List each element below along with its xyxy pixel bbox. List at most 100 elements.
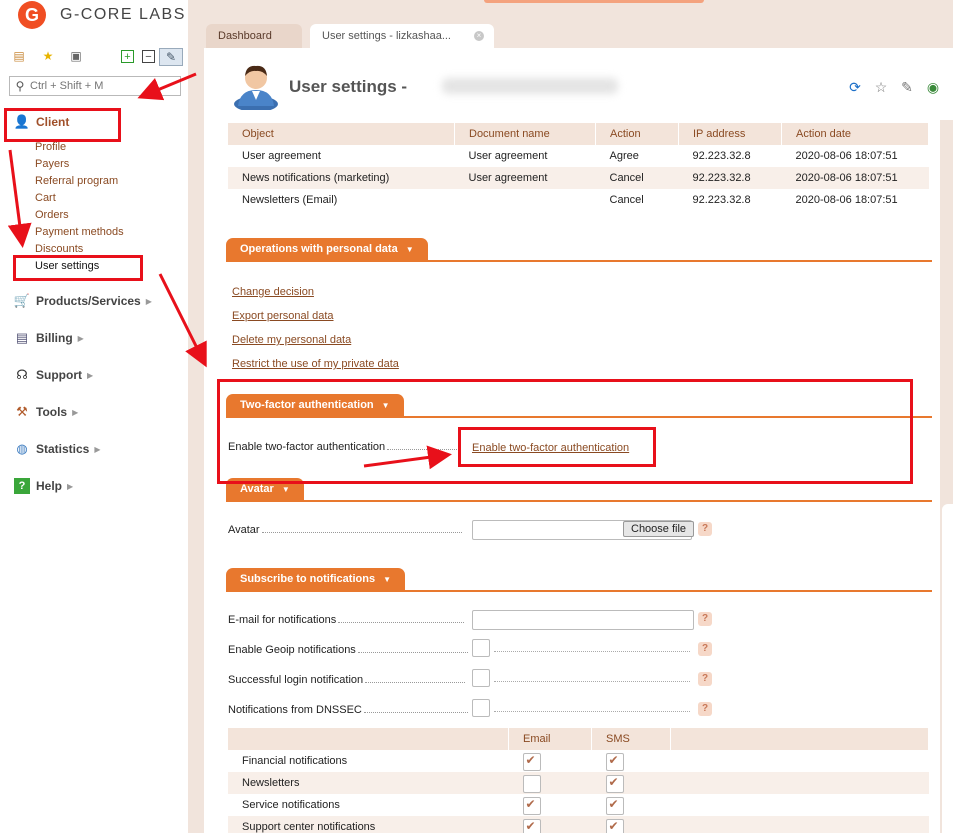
help-icon[interactable]: ? xyxy=(698,522,712,536)
tab-user-settings[interactable]: User settings - lizkashaa... × xyxy=(310,24,494,48)
logo[interactable]: G G-CORE LABS xyxy=(18,0,186,30)
table-row: Service notifications xyxy=(228,794,929,816)
sidebar-item-orders[interactable]: Orders xyxy=(35,209,69,221)
sidebar-item-payers[interactable]: Payers xyxy=(35,158,69,170)
nav-group-tools[interactable]: ⚒ Tools ▶ xyxy=(14,404,78,420)
column-header[interactable]: Action xyxy=(595,123,679,145)
avatar-label: Avatar xyxy=(228,524,462,536)
delete-personal-data-link[interactable]: Delete my personal data xyxy=(232,334,351,346)
geoip-label: Enable Geoip notifications xyxy=(228,644,468,656)
nav-group-label: Tools xyxy=(36,405,68,419)
collapse-minus-icon[interactable]: − xyxy=(142,50,155,63)
table-row: Financial notifications xyxy=(228,750,929,772)
support-sms-checkbox[interactable] xyxy=(605,819,624,833)
section-title: Operations with personal data xyxy=(240,243,398,255)
email-cell xyxy=(508,772,592,794)
app-icon[interactable]: ◉ xyxy=(924,78,942,96)
table-cell: Agree xyxy=(609,150,639,162)
service-email-checkbox[interactable] xyxy=(522,797,541,815)
sidebar-item-profile[interactable]: Profile xyxy=(35,141,66,153)
briefcase-icon[interactable]: ▣ xyxy=(68,48,84,64)
top-bar-accent xyxy=(484,0,704,3)
newsletters-email-checkbox[interactable] xyxy=(522,775,541,793)
empty-cell xyxy=(670,816,929,833)
table-cell xyxy=(455,189,596,211)
notification-name: Support center notifications xyxy=(228,816,509,833)
choose-file-button[interactable]: Choose file xyxy=(623,521,695,537)
section-personal-data: Operations with personal data ▼ xyxy=(226,236,932,262)
section-toggle[interactable]: Operations with personal data ▼ xyxy=(226,238,428,260)
nav-group-client[interactable]: 👤 Client xyxy=(14,114,69,130)
table-cell: 92.223.32.8 xyxy=(692,150,751,162)
two-factor-label: Enable two-factor authentication xyxy=(228,441,458,453)
financial-email-checkbox[interactable] xyxy=(522,753,541,771)
export-personal-data-link[interactable]: Export personal data xyxy=(232,310,334,322)
sidebar-item-cart[interactable]: Cart xyxy=(35,192,56,204)
email-for-notifications-input[interactable] xyxy=(472,610,694,630)
help-icon[interactable]: ? xyxy=(698,702,712,716)
table-cell: User agreement xyxy=(468,150,548,162)
table-row[interactable]: News notifications (marketing) User agre… xyxy=(228,167,929,189)
nav-group-label: Client xyxy=(36,115,70,129)
column-header[interactable]: Document name xyxy=(454,123,596,145)
empty-cell xyxy=(671,794,929,816)
menu-tree-icon[interactable]: ▤ xyxy=(11,48,27,64)
sidebar-splitter[interactable] xyxy=(188,0,204,833)
nav-group-statistics[interactable]: ◍ Statistics ▶ xyxy=(14,441,100,457)
dotted-leader xyxy=(387,449,458,450)
help-icon[interactable]: ? xyxy=(698,612,712,626)
table-row: Newsletters xyxy=(228,772,929,794)
restrict-private-data-link[interactable]: Restrict the use of my private data xyxy=(232,358,399,370)
section-toggle[interactable]: Two-factor authentication ▼ xyxy=(226,394,404,416)
table-row[interactable]: User agreement User agreement Agree 92.2… xyxy=(228,145,929,167)
column-header[interactable]: Object xyxy=(228,123,455,145)
nav-group-help[interactable]: ? Help ▶ xyxy=(14,478,73,494)
help-icon[interactable]: ? xyxy=(698,642,712,656)
pin-icon[interactable]: ✎ xyxy=(898,78,916,96)
sidebar-item-payment-methods[interactable]: Payment methods xyxy=(35,226,124,238)
chevron-right-icon: ▶ xyxy=(87,370,94,380)
column-header[interactable]: Email xyxy=(508,728,592,750)
column-header[interactable]: Action date xyxy=(781,123,929,145)
nav-group-support[interactable]: ☊ Support ▶ xyxy=(14,367,93,383)
dnssec-checkbox[interactable] xyxy=(472,699,490,717)
agreements-table: Object Document name Action IP address A… xyxy=(228,123,929,211)
sidebar-item-referral-program[interactable]: Referral program xyxy=(35,175,118,187)
chevron-right-icon: ▶ xyxy=(77,333,84,343)
nav-group-billing[interactable]: ▤ Billing ▶ xyxy=(14,330,84,346)
star-icon[interactable]: ☆ xyxy=(872,78,890,96)
service-sms-checkbox[interactable] xyxy=(605,797,624,815)
change-decision-link[interactable]: Change decision xyxy=(232,286,314,298)
field-label: Enable two-factor authentication xyxy=(228,441,386,453)
dotted-leader xyxy=(494,711,690,712)
help-icon: ? xyxy=(14,478,30,494)
table-row[interactable]: Newsletters (Email) Cancel 92.223.32.8 2… xyxy=(228,189,929,211)
login-notification-checkbox[interactable] xyxy=(472,669,490,687)
newsletters-sms-checkbox[interactable] xyxy=(605,775,624,793)
sidebar-toolbar: ▤ ★ ▣ + − ✎ xyxy=(11,48,183,66)
section-toggle[interactable]: Avatar ▼ xyxy=(226,478,304,500)
close-icon[interactable]: × xyxy=(474,31,484,41)
section-toggle[interactable]: Subscribe to notifications ▼ xyxy=(226,568,405,590)
help-icon[interactable]: ? xyxy=(698,672,712,686)
financial-sms-checkbox[interactable] xyxy=(605,753,624,771)
enable-two-factor-link[interactable]: Enable two-factor authentication xyxy=(472,442,629,454)
sidebar-item-user-settings[interactable]: User settings xyxy=(35,260,99,272)
column-header[interactable]: SMS xyxy=(591,728,671,750)
section-notifications: Subscribe to notifications ▼ xyxy=(226,566,932,592)
star-icon[interactable]: ★ xyxy=(40,48,56,64)
expand-plus-icon[interactable]: + xyxy=(121,50,134,63)
refresh-icon[interactable]: ⟳ xyxy=(846,78,864,96)
headset-icon: ☊ xyxy=(16,367,28,382)
sidebar-item-discounts[interactable]: Discounts xyxy=(35,243,83,255)
dotted-leader xyxy=(363,712,468,713)
pin-icon[interactable]: ✎ xyxy=(159,48,183,66)
search-input[interactable] xyxy=(30,80,170,92)
geoip-checkbox[interactable] xyxy=(472,639,490,657)
nav-group-products-services[interactable]: 🛒 Products/Services ▶ xyxy=(14,293,152,309)
column-header[interactable]: IP address xyxy=(678,123,782,145)
dotted-leader xyxy=(357,652,468,653)
tab-dashboard[interactable]: Dashboard xyxy=(206,24,302,48)
sidebar-search[interactable]: ⚲ xyxy=(9,76,181,96)
support-email-checkbox[interactable] xyxy=(522,819,541,833)
